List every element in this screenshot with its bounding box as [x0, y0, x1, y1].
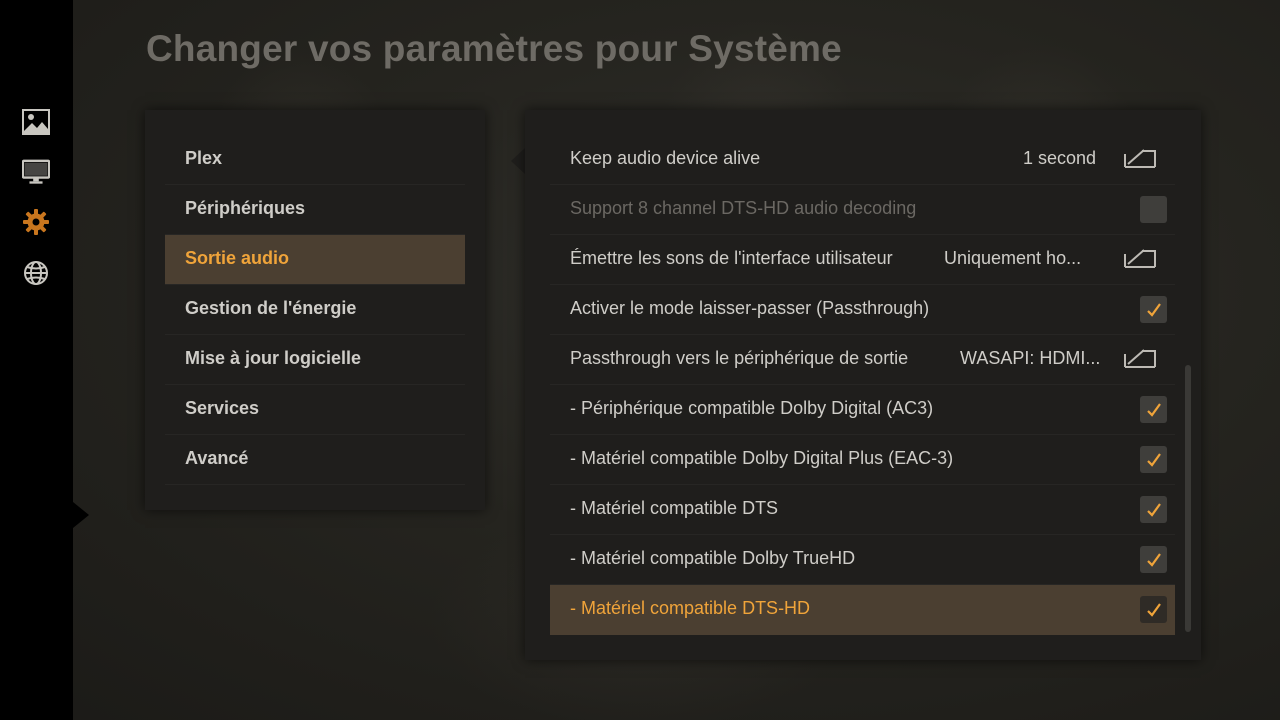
globe-icon[interactable] [22, 259, 50, 287]
setting-row-dts-hd[interactable]: - Matériel compatible DTS-HD [550, 585, 1175, 635]
setting-label: Support 8 channel DTS-HD audio decoding [570, 198, 917, 218]
checkmark-icon [1146, 552, 1161, 567]
setting-value: Uniquement ho... [944, 248, 1082, 268]
checkmark-icon [1146, 502, 1161, 517]
checkbox-unchecked[interactable] [1140, 196, 1167, 223]
checkbox-checked[interactable] [1140, 546, 1167, 573]
setting-label: Keep audio device alive [570, 148, 761, 168]
checkmark-icon [1146, 452, 1161, 467]
checkbox-checked[interactable] [1140, 296, 1167, 323]
settings-panel: Keep audio device alive 1 second Support… [525, 110, 1201, 660]
setting-row-ui-sounds[interactable]: Émettre les sons de l'interface utilisat… [550, 235, 1175, 285]
setting-row-keep-audio-alive[interactable]: Keep audio device alive 1 second [550, 135, 1175, 185]
edit-icon[interactable] [1122, 246, 1158, 270]
setting-label: - Matériel compatible DTS-HD [570, 598, 811, 618]
setting-label: Activer le mode laisser-passer (Passthro… [570, 298, 930, 318]
rail-pointer [73, 502, 89, 528]
checkmark-icon [1146, 402, 1161, 417]
photos-icon[interactable] [22, 108, 50, 136]
category-item-sortie-audio[interactable]: Sortie audio [165, 235, 465, 285]
setting-row-passthrough[interactable]: Activer le mode laisser-passer (Passthro… [550, 285, 1175, 335]
category-panel: Plex Périphériques Sortie audio Gestion … [145, 110, 485, 510]
page-title: Changer vos paramètres pour Système [146, 28, 842, 69]
checkbox-checked[interactable] [1140, 496, 1167, 523]
setting-value: WASAPI: HDMI... [960, 348, 1101, 368]
setting-row-ac3[interactable]: - Périphérique compatible Dolby Digital … [550, 385, 1175, 435]
settings-list: Keep audio device alive 1 second Support… [550, 135, 1175, 635]
edit-icon[interactable] [1122, 146, 1158, 170]
category-item-peripheriques[interactable]: Périphériques [165, 185, 465, 235]
settings-panel-pointer [511, 148, 525, 174]
checkbox-checked[interactable] [1140, 446, 1167, 473]
category-item-mise-a-jour[interactable]: Mise à jour logicielle [165, 335, 465, 385]
checkbox-checked[interactable] [1140, 396, 1167, 423]
setting-label: Passthrough vers le périphérique de sort… [570, 348, 909, 368]
setting-label: - Matériel compatible DTS [570, 498, 779, 518]
category-item-avance[interactable]: Avancé [165, 435, 465, 485]
left-nav-rail [0, 0, 73, 720]
setting-label: - Périphérique compatible Dolby Digital … [570, 398, 934, 418]
setting-value: 1 second [1023, 148, 1097, 168]
settings-scrollbar[interactable] [1185, 365, 1191, 632]
setting-row-passthrough-device[interactable]: Passthrough vers le périphérique de sort… [550, 335, 1175, 385]
setting-label: - Matériel compatible Dolby TrueHD [570, 548, 856, 568]
category-item-gestion-energie[interactable]: Gestion de l'énergie [165, 285, 465, 335]
setting-label: Émettre les sons de l'interface utilisat… [570, 248, 893, 268]
gear-icon[interactable] [22, 208, 50, 236]
checkbox-checked[interactable] [1140, 596, 1167, 623]
monitor-icon[interactable] [22, 158, 50, 186]
category-item-plex[interactable]: Plex [165, 135, 465, 185]
checkmark-icon [1146, 602, 1161, 617]
edit-icon[interactable] [1122, 346, 1158, 370]
checkmark-icon [1146, 302, 1161, 317]
setting-label: - Matériel compatible Dolby Digital Plus… [570, 448, 954, 468]
category-list: Plex Périphériques Sortie audio Gestion … [165, 135, 465, 485]
setting-row-eac3[interactable]: - Matériel compatible Dolby Digital Plus… [550, 435, 1175, 485]
category-item-services[interactable]: Services [165, 385, 465, 435]
setting-row-dts-hd-8ch[interactable]: Support 8 channel DTS-HD audio decoding [550, 185, 1175, 235]
setting-row-truehd[interactable]: - Matériel compatible Dolby TrueHD [550, 535, 1175, 585]
setting-row-dts[interactable]: - Matériel compatible DTS [550, 485, 1175, 535]
